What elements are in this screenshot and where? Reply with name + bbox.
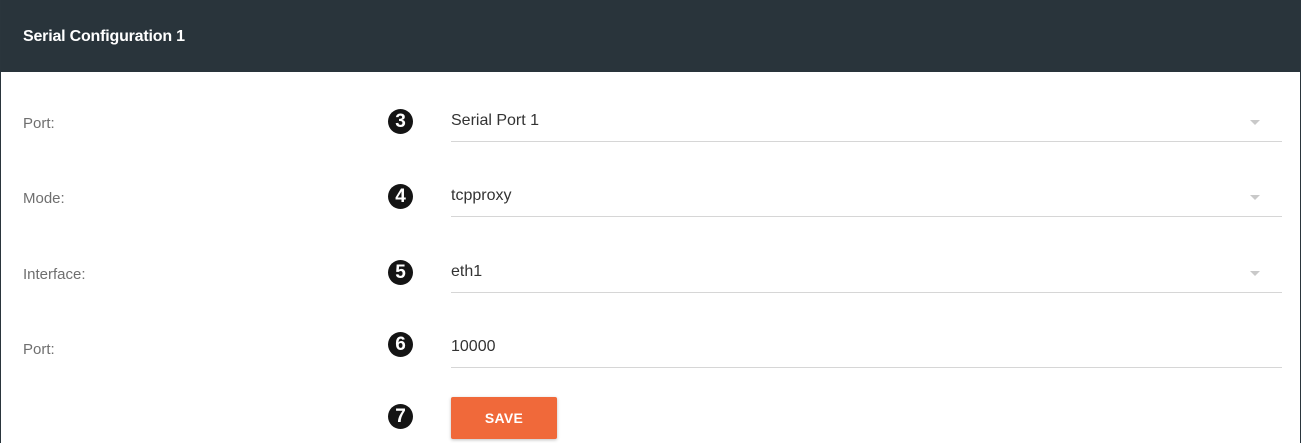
port-select[interactable]: Serial Port 1: [451, 102, 1282, 142]
port-select-value: Serial Port 1: [451, 112, 540, 129]
step-marker-5: 5: [388, 260, 413, 285]
mode-row: Mode: 4 tcpproxy: [1, 173, 1300, 233]
mode-label: Mode:: [23, 190, 65, 207]
mode-select[interactable]: tcpproxy: [451, 177, 1282, 217]
interface-row: Interface: 5 eth1: [1, 249, 1300, 309]
step-marker-4: 4: [388, 184, 413, 209]
port-label: Port:: [23, 115, 55, 132]
interface-select-value: eth1: [451, 263, 483, 280]
caret-down-icon: [1250, 271, 1260, 276]
panel-header: Serial Configuration 1: [1, 0, 1300, 72]
serial-configuration-panel: Serial Configuration 1 Port: 3 Serial Po…: [0, 0, 1301, 443]
port-row: Port: 3 Serial Port 1: [1, 98, 1300, 158]
step-marker-3: 3: [388, 109, 413, 134]
step-marker-7: 7: [388, 404, 413, 429]
tcp-port-label: Port:: [23, 341, 55, 358]
tcp-port-input[interactable]: 10000: [451, 328, 1282, 368]
mode-select-value: tcpproxy: [451, 187, 512, 204]
step-marker-6: 6: [388, 332, 413, 357]
tcp-port-row: Port: 6 10000: [1, 324, 1300, 384]
panel-title: Serial Configuration 1: [23, 28, 185, 45]
caret-down-icon: [1250, 195, 1260, 200]
interface-select[interactable]: eth1: [451, 253, 1282, 293]
interface-label: Interface:: [23, 266, 86, 283]
caret-down-icon: [1250, 120, 1260, 125]
tcp-port-input-value: 10000: [451, 338, 496, 355]
save-button[interactable]: SAVE: [451, 397, 557, 439]
